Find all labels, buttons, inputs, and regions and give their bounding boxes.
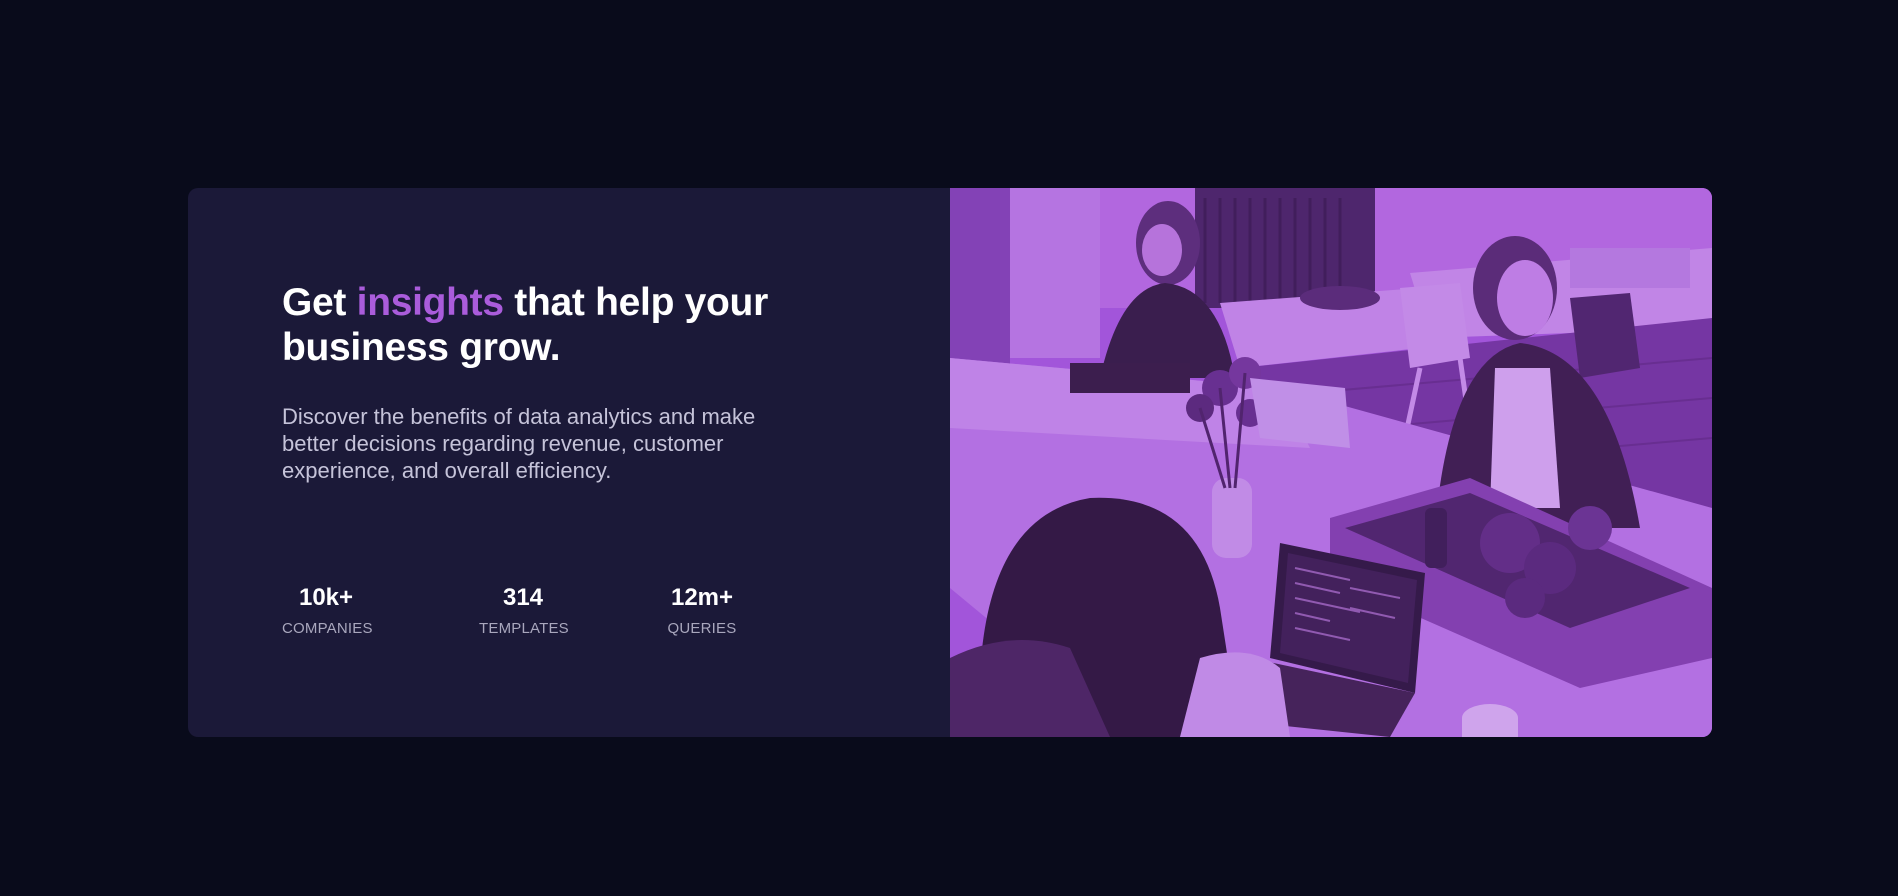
- page-title: Get insights that help your business gro…: [282, 280, 802, 370]
- stat-label: COMPANIES: [282, 620, 373, 637]
- description-text: Discover the benefits of data analytics …: [282, 404, 756, 483]
- stat-queries: 12m+ QUERIES: [666, 584, 738, 638]
- headline-accent-word: insights: [356, 281, 504, 324]
- stat-value: 10k+: [298, 584, 354, 611]
- headline-start: Get: [282, 281, 357, 324]
- stat-value: 314: [502, 584, 544, 611]
- stat-templates: 314 TEMPLATES: [479, 584, 569, 638]
- stat-label: QUERIES: [667, 620, 737, 637]
- office-photo-illustration: [950, 188, 1712, 737]
- stats-row: 10k+ COMPANIES 314 TEMPLATES 12m+ QUERIE…: [282, 584, 738, 638]
- stat-companies: 10k+ COMPANIES: [282, 584, 373, 638]
- stat-value: 12m+: [670, 584, 734, 611]
- stats-preview-card: Get insights that help your business gro…: [188, 188, 1712, 737]
- header-image: [950, 188, 1712, 737]
- card-content: Get insights that help your business gro…: [188, 188, 950, 737]
- stat-label: TEMPLATES: [479, 620, 569, 637]
